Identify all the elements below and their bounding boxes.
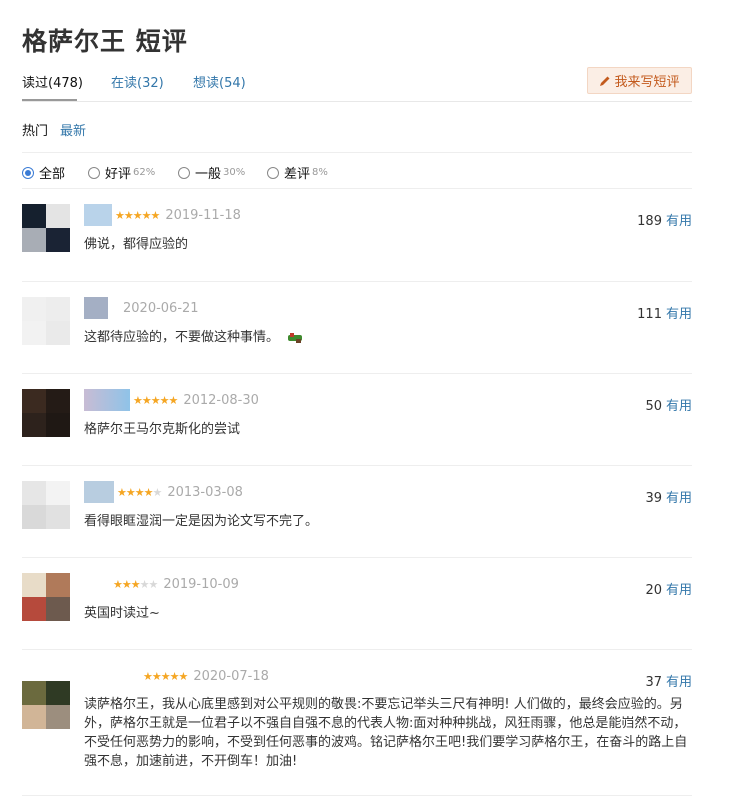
filter-label: 差评	[284, 167, 311, 182]
rating-stars: ★★★★★	[113, 577, 158, 591]
sort-new[interactable]: 最新	[60, 120, 86, 139]
tab-read[interactable]: 读过(478)	[22, 72, 83, 91]
comment-text: 佛说，都得应验的	[84, 237, 189, 252]
divider	[22, 795, 692, 796]
avatar[interactable]	[22, 681, 70, 729]
rating-stars: ★★★★★	[117, 485, 162, 499]
comment-text: 这都待应验的，不要做这种事情。	[84, 328, 690, 347]
rating-stars: ★★★★★	[115, 208, 160, 222]
divider	[22, 649, 692, 650]
tab-want-to-read[interactable]: 想读(54)	[193, 72, 246, 91]
comment-date: 2020-07-18	[193, 668, 269, 684]
avatar[interactable]	[22, 481, 70, 529]
divider	[22, 188, 692, 189]
useful-button[interactable]: 有用	[666, 675, 692, 690]
radio-button[interactable]	[267, 166, 279, 179]
page-title: 格萨尔王 短评	[22, 27, 188, 56]
rating-stars: ★★★★★	[143, 669, 188, 683]
radio-button[interactable]	[22, 166, 34, 179]
comment-date: 2019-11-18	[165, 207, 241, 223]
useful-button[interactable]: 有用	[666, 491, 692, 506]
filter-percent: 30%	[223, 167, 246, 178]
tab-reading[interactable]: 在读(32)	[111, 72, 164, 91]
filter-negative[interactable]: 差评 8%	[267, 163, 328, 182]
divider	[22, 152, 692, 153]
filter-label: 一般	[195, 167, 222, 182]
username-link[interactable]	[84, 481, 114, 503]
avatar[interactable]	[22, 573, 70, 621]
comment-date: 2013-03-08	[167, 484, 243, 500]
rating-stars: ★★★★★	[133, 393, 178, 407]
emoji-icon	[288, 332, 303, 343]
comment-date: 2020-06-21	[123, 300, 199, 316]
filter-label: 好评	[105, 167, 132, 182]
divider	[22, 281, 692, 282]
useful-button[interactable]: 有用	[666, 214, 692, 229]
pencil-icon	[600, 76, 610, 86]
avatar[interactable]	[22, 389, 70, 437]
vote-count: 39	[645, 491, 662, 506]
vote-count: 50	[645, 399, 662, 414]
useful-button[interactable]: 有用	[666, 307, 692, 322]
sort-hot[interactable]: 热门	[22, 120, 48, 139]
divider	[22, 373, 692, 374]
username-link[interactable]	[84, 389, 130, 411]
filter-percent: 62%	[133, 167, 156, 178]
comment-date: 2012-08-30	[183, 392, 259, 408]
useful-button[interactable]: 有用	[666, 583, 692, 598]
vote-count: 189	[637, 214, 662, 229]
username-link[interactable]	[84, 204, 112, 226]
filter-positive[interactable]: 好评 62%	[88, 163, 155, 182]
avatar[interactable]	[22, 204, 70, 252]
comment-date: 2019-10-09	[163, 576, 239, 592]
write-comment-label: 我来写短评	[614, 75, 680, 90]
radio-button[interactable]	[178, 166, 190, 179]
comment-body: 这都待应验的，不要做这种事情。	[84, 330, 280, 345]
comment-text: 读萨格尔王，我从心底里感到对公平规则的敬畏:不要忘记举头三尺有神明! 人们做的，…	[84, 697, 688, 769]
filter-percent: 8%	[312, 167, 328, 178]
divider	[22, 101, 692, 102]
useful-button[interactable]: 有用	[666, 399, 692, 414]
comment-text: 看得眼眶湿润一定是因为论文写不完了。	[84, 514, 319, 529]
username-link[interactable]	[84, 297, 108, 319]
comment-text: 英国时读过~	[84, 606, 160, 621]
filter-all[interactable]: 全部	[22, 163, 65, 182]
avatar[interactable]	[22, 297, 70, 345]
divider	[22, 557, 692, 558]
filter-label: 全部	[39, 167, 66, 182]
vote-count: 20	[645, 583, 662, 598]
write-comment-button[interactable]: 我来写短评	[587, 67, 692, 94]
comment-text: 格萨尔王马尔克斯化的尝试	[84, 422, 241, 437]
username-link[interactable]	[84, 665, 140, 687]
username-link[interactable]	[84, 573, 110, 595]
vote-count: 111	[637, 307, 662, 322]
radio-button[interactable]	[88, 166, 100, 179]
divider	[22, 465, 692, 466]
vote-count: 37	[645, 675, 662, 690]
filter-neutral[interactable]: 一般 30%	[178, 163, 245, 182]
